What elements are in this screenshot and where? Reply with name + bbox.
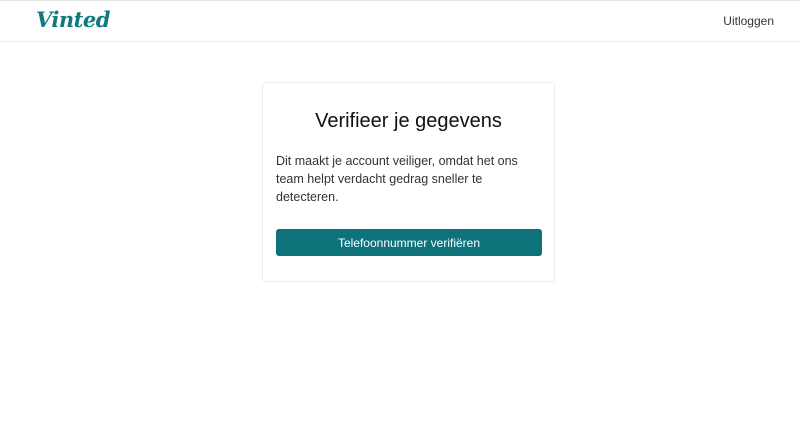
logout-link[interactable]: Uitloggen xyxy=(723,14,774,28)
verification-card: Verifieer je gegevens Dit maakt je accou… xyxy=(262,82,555,282)
card-description: Dit maakt je account veiliger, omdat het… xyxy=(276,154,518,204)
verify-phone-button[interactable]: Telefoonnummer verifiëren xyxy=(276,229,542,256)
vinted-logo[interactable]: Vinted xyxy=(36,7,110,32)
top-header: Vinted Uitloggen xyxy=(0,0,800,42)
card-title: Verifieer je gegevens xyxy=(315,110,502,132)
